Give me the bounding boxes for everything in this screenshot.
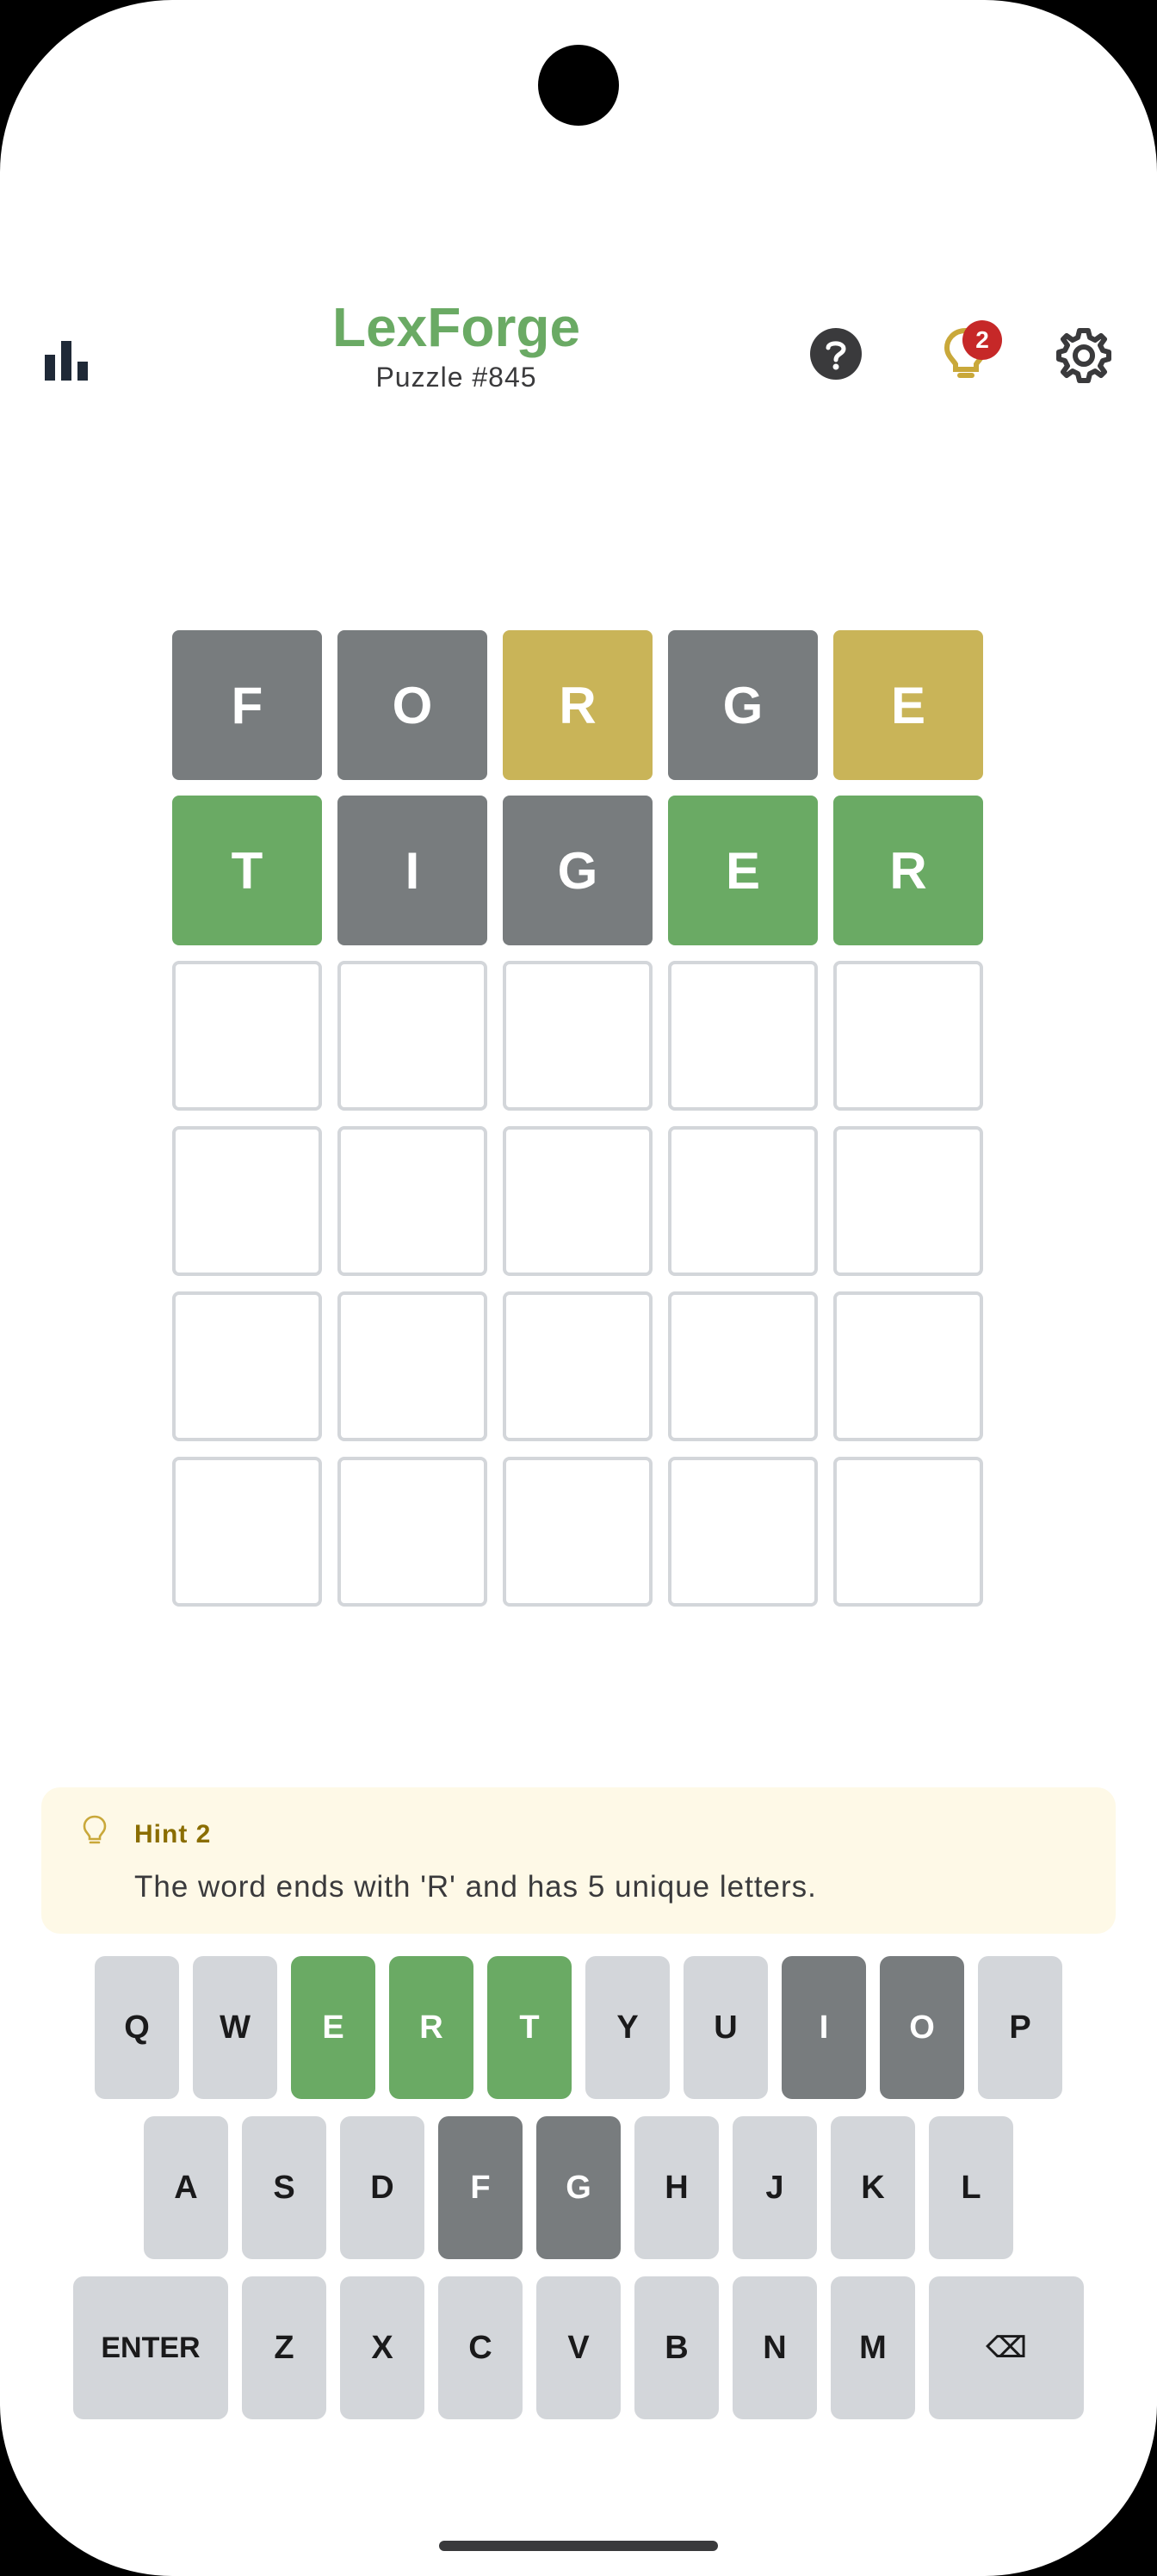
bar-chart-icon (45, 339, 88, 381)
tile-empty (337, 1291, 487, 1441)
key-o[interactable]: O (880, 1956, 964, 2099)
hint-card: Hint 2 The word ends with 'R' and has 5 … (41, 1787, 1116, 1934)
key-b[interactable]: B (634, 2276, 719, 2419)
tile-empty (172, 1126, 322, 1276)
key-p[interactable]: P (978, 1956, 1062, 2099)
key-j[interactable]: J (733, 2116, 817, 2259)
board-row (172, 1126, 985, 1276)
tile-absent: G (503, 796, 653, 945)
board-row (172, 1291, 985, 1441)
tile-empty (833, 1457, 983, 1607)
game-board: FORGETIGER (172, 630, 985, 1622)
tile-empty (668, 1291, 818, 1441)
tile-absent: F (172, 630, 322, 780)
key-h[interactable]: H (634, 2116, 719, 2259)
tile-empty (503, 1126, 653, 1276)
lightbulb-icon (83, 1815, 107, 1844)
tile-correct: E (668, 796, 818, 945)
app-screen: LexForge Puzzle #845 2 F O R G E T I G E… (0, 0, 1157, 2576)
tile-absent: I (337, 796, 487, 945)
backspace-key[interactable]: ⌫ (929, 2276, 1084, 2419)
tile-empty (833, 1126, 983, 1276)
key-n[interactable]: N (733, 2276, 817, 2419)
tile-correct: T (172, 796, 322, 945)
key-e[interactable]: E (291, 1956, 375, 2099)
key-t[interactable]: T (487, 1956, 572, 2099)
key-i[interactable]: I (782, 1956, 866, 2099)
stats-button[interactable] (45, 327, 98, 381)
key-l[interactable]: L (929, 2116, 1013, 2259)
board-row (172, 961, 985, 1111)
tile-empty (172, 1291, 322, 1441)
key-k[interactable]: K (831, 2116, 915, 2259)
key-q[interactable]: Q (95, 1956, 179, 2099)
help-circle-icon (810, 328, 862, 380)
tile-empty (668, 1457, 818, 1607)
keyboard-row: QWERTYUIOP (0, 1956, 1157, 2099)
tile-empty (668, 1126, 818, 1276)
tile-empty (503, 961, 653, 1111)
key-a[interactable]: A (144, 2116, 228, 2259)
key-g[interactable]: G (536, 2116, 621, 2259)
key-y[interactable]: Y (585, 1956, 670, 2099)
tile-empty (503, 1291, 653, 1441)
key-c[interactable]: C (438, 2276, 523, 2419)
key-u[interactable]: U (684, 1956, 768, 2099)
home-indicator[interactable] (439, 2541, 718, 2551)
board-row: TIGER (172, 796, 985, 945)
keyboard-row: ASDFGHJKL (0, 2116, 1157, 2259)
hint-label: Hint 2 (134, 1820, 212, 1848)
tile-empty (172, 961, 322, 1111)
key-f[interactable]: F (438, 2116, 523, 2259)
settings-button[interactable] (1055, 327, 1112, 384)
key-d[interactable]: D (340, 2116, 424, 2259)
key-v[interactable]: V (536, 2276, 621, 2419)
app-title: LexForge (331, 296, 581, 358)
hint-text: The word ends with 'R' and has 5 unique … (134, 1870, 817, 1904)
gear-icon (1056, 328, 1111, 383)
puzzle-number: Puzzle #845 (375, 362, 537, 393)
tile-empty (503, 1457, 653, 1607)
tile-empty (833, 1291, 983, 1441)
keyboard: Q W E R T Y U I O P A S D F G H J K L ENTER Z X C V B N M ⌫ (0, 1956, 1157, 2437)
hint-count-badge: 2 (962, 320, 1002, 360)
key-r[interactable]: R (389, 1956, 473, 2099)
tile-present: R (503, 630, 653, 780)
enter-key[interactable]: ENTER (73, 2276, 228, 2419)
tile-empty (337, 1126, 487, 1276)
tile-correct: R (833, 796, 983, 945)
tile-absent: O (337, 630, 487, 780)
title-block: LexForge Puzzle #845 (284, 293, 628, 393)
tile-empty (668, 961, 818, 1111)
tile-empty (337, 1457, 487, 1607)
help-button[interactable] (809, 327, 863, 381)
key-z[interactable]: Z (242, 2276, 326, 2419)
key-m[interactable]: M (831, 2276, 915, 2419)
tile-empty (337, 961, 487, 1111)
keyboard-row: ENTER Z X C V B N M ⌫ (0, 2276, 1157, 2419)
camera-cutout (538, 45, 619, 126)
key-w[interactable]: W (193, 1956, 277, 2099)
key-s[interactable]: S (242, 2116, 326, 2259)
tile-empty (833, 961, 983, 1111)
tile-present: E (833, 630, 983, 780)
board-row: FORGE (172, 630, 985, 780)
tile-absent: G (668, 630, 818, 780)
key-x[interactable]: X (340, 2276, 424, 2419)
board-row (172, 1457, 985, 1607)
tile-empty (172, 1457, 322, 1607)
